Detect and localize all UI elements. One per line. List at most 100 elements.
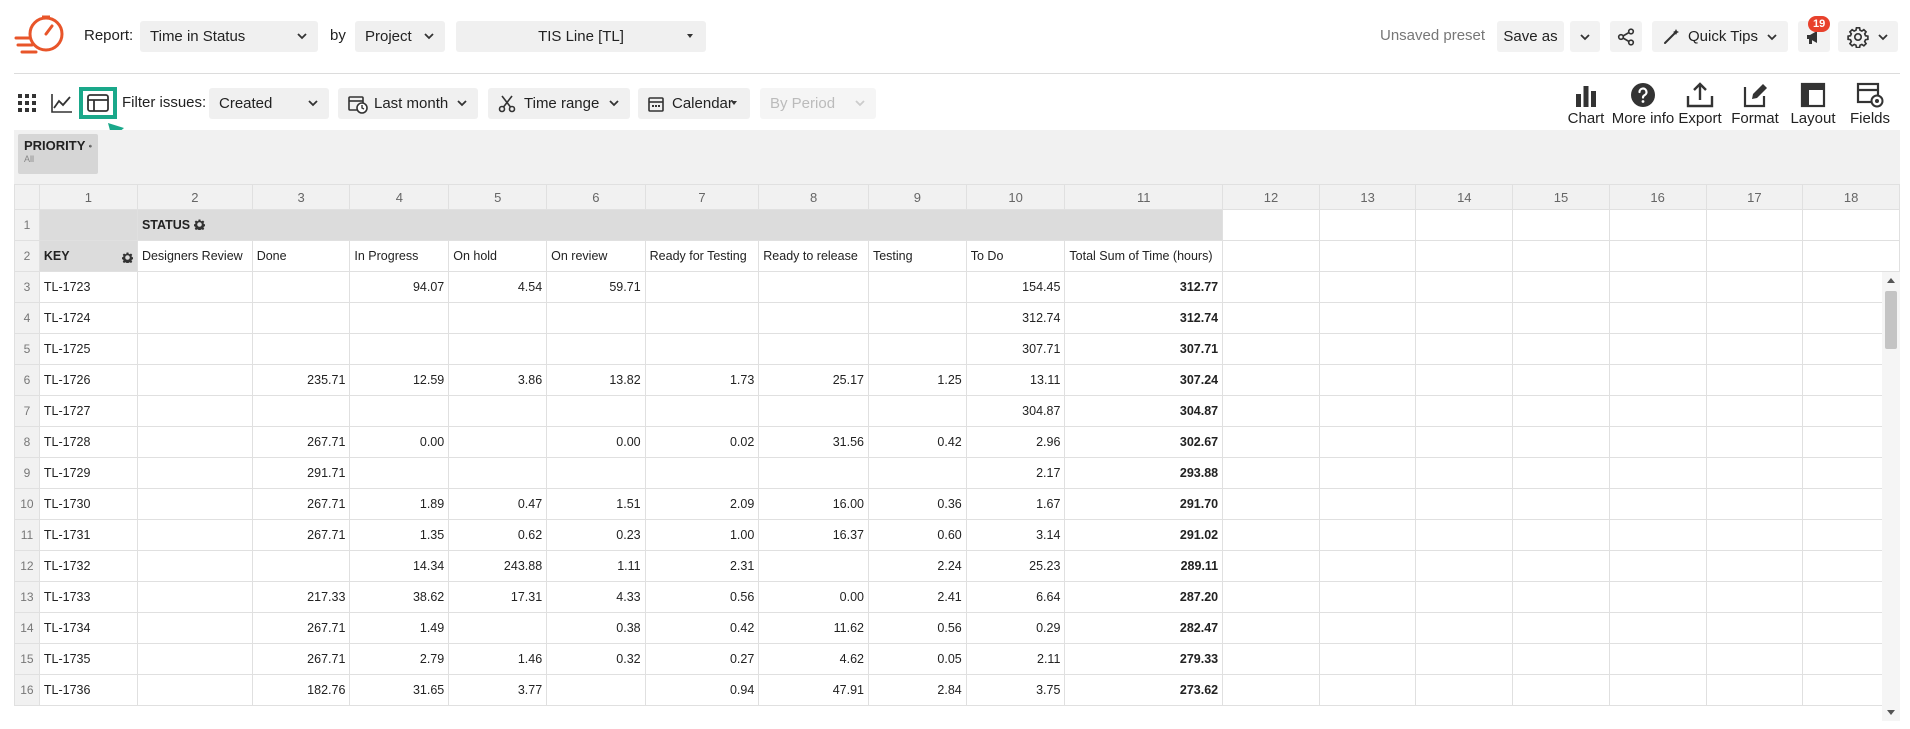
share-button[interactable] [1610, 21, 1642, 52]
row-number: 9 [14, 457, 40, 489]
chart-button[interactable]: Chart [1566, 82, 1606, 127]
table-row[interactable]: 7 TL-1727 304.87 304.87 [14, 395, 1900, 427]
more-info-button[interactable]: More info [1610, 82, 1676, 127]
column-header-row: 2 KEY Designers Review Done In Progress On ho… [14, 240, 1900, 272]
time-range-select[interactable]: Time range [488, 88, 630, 119]
empty-cell [1222, 209, 1320, 241]
empty-cell [1318, 581, 1417, 613]
issue-key-cell[interactable]: TL-1731 [38, 519, 138, 551]
empty-cell [1415, 674, 1514, 706]
scroll-down-icon[interactable] [1882, 705, 1900, 719]
save-as-button[interactable]: Save as [1497, 21, 1564, 52]
save-options-button[interactable] [1570, 21, 1600, 52]
status-column-header[interactable]: On hold [448, 240, 548, 272]
empty-cell [1318, 550, 1417, 582]
column-number: 1 [38, 184, 138, 210]
empty-cell [1512, 674, 1610, 706]
trend-view-button[interactable] [51, 93, 73, 117]
settings-button[interactable] [1838, 21, 1898, 52]
layout-button[interactable]: Layout [1788, 82, 1838, 127]
table-row[interactable]: 13 TL-1733 217.33 38.62 17.31 4.33 0.56 0.00 2.4… [14, 581, 1900, 613]
issue-key-cell[interactable]: TL-1724 [38, 302, 138, 334]
status-column-header[interactable]: Done [251, 240, 351, 272]
corner-cell [14, 184, 40, 210]
time-value-cell [546, 395, 646, 427]
issue-key-cell[interactable]: TL-1726 [38, 364, 138, 396]
status-header-cell[interactable]: STATUS [136, 209, 1224, 241]
scroll-up-icon[interactable] [1882, 274, 1900, 288]
empty-cell [1318, 395, 1417, 427]
grid-view-button[interactable] [17, 93, 37, 117]
status-column-header[interactable]: In Progress [349, 240, 450, 272]
gear-icon[interactable] [193, 219, 205, 232]
table-row[interactable]: 16 TL-1736 182.76 31.65 3.77 0.94 47.91 2.84 3.7… [14, 674, 1900, 706]
time-value-cell [136, 302, 253, 334]
table-view-button[interactable] [79, 87, 117, 119]
issue-key-cell[interactable]: TL-1725 [38, 333, 138, 365]
status-column-header[interactable]: Ready to release [758, 240, 869, 272]
gear-icon[interactable] [89, 140, 92, 152]
issue-key-cell[interactable]: TL-1723 [38, 271, 138, 303]
key-header-cell[interactable]: KEY [38, 240, 138, 272]
date-range-select[interactable]: Last month [338, 88, 478, 119]
status-column-header[interactable]: Total Sum of Time (hours) [1064, 240, 1224, 272]
table-row[interactable]: 10 TL-1730 267.71 1.89 0.47 1.51 2.09 16.00 0.36… [14, 488, 1900, 520]
table-row[interactable]: 12 TL-1732 14.34 243.88 1.11 2.31 2.24 25.23 289… [14, 550, 1900, 582]
column-number: 18 [1802, 184, 1900, 210]
table-row[interactable]: 6 TL-1726 235.71 12.59 3.86 13.82 1.73 25.17 1.2… [14, 364, 1900, 396]
table-row[interactable]: 15 TL-1735 267.71 2.79 1.46 0.32 0.27 4.62 0.05 2… [14, 643, 1900, 675]
status-column-header[interactable]: Ready for Testing [644, 240, 760, 272]
project-select[interactable]: TIS Line [TL] [456, 21, 706, 52]
format-button[interactable]: Format [1730, 82, 1780, 127]
empty-cell [1415, 333, 1514, 365]
issue-key-cell[interactable]: TL-1735 [38, 643, 138, 675]
issue-key-cell[interactable]: TL-1729 [38, 457, 138, 489]
table-row[interactable]: 9 TL-1729 291.71 2.17 293.88 [14, 457, 1900, 489]
time-value-cell: 11.62 [758, 612, 869, 644]
priority-filter-pill[interactable]: PRIORITY All [18, 134, 98, 174]
scrollbar-thumb[interactable] [1885, 291, 1897, 349]
vertical-scrollbar[interactable] [1882, 272, 1900, 721]
app-logo-icon[interactable] [14, 14, 70, 62]
time-value-cell [867, 457, 967, 489]
status-column-header[interactable]: To Do [965, 240, 1066, 272]
table-row[interactable]: 8 TL-1728 267.71 0.00 0.00 0.02 31.56 0.42 2.96 3… [14, 426, 1900, 458]
table-row[interactable]: 11 TL-1731 267.71 1.35 0.62 0.23 1.00 16.37 0.60… [14, 519, 1900, 551]
table-row[interactable]: 5 TL-1725 307.71 307.71 [14, 333, 1900, 365]
gear-icon[interactable] [121, 252, 133, 263]
total-time-cell: 312.74 [1064, 302, 1224, 334]
time-value-cell: 267.71 [251, 643, 351, 675]
time-value-cell: 0.00 [758, 581, 869, 613]
fields-button[interactable]: Fields [1846, 82, 1894, 127]
time-value-cell: 217.33 [251, 581, 351, 613]
total-time-cell: 302.67 [1064, 426, 1224, 458]
time-value-cell: 0.56 [867, 612, 967, 644]
table-row[interactable]: 14 TL-1734 267.71 1.49 0.38 0.42 11.62 0.56 0.29… [14, 612, 1900, 644]
time-value-cell: 0.42 [867, 426, 967, 458]
report-select[interactable]: Time in Status [140, 21, 318, 52]
export-button[interactable]: Export [1676, 82, 1724, 127]
table-row[interactable]: 4 TL-1724 312.74 312.74 [14, 302, 1900, 334]
by-period-select: By Period [760, 88, 876, 119]
issue-key-cell[interactable]: TL-1734 [38, 612, 138, 644]
calendar-select[interactable]: Calendar [638, 88, 750, 119]
status-column-header[interactable]: Designers Review [136, 240, 253, 272]
issue-key-cell[interactable]: TL-1732 [38, 550, 138, 582]
total-time-cell: 289.11 [1064, 550, 1224, 582]
time-value-cell: 38.62 [349, 581, 450, 613]
time-value-cell [546, 302, 646, 334]
filter-issues-select[interactable]: Created [209, 88, 329, 119]
issue-key-cell[interactable]: TL-1736 [38, 674, 138, 706]
status-column-header[interactable]: On review [546, 240, 646, 272]
more-info-label: More info [1611, 110, 1675, 127]
time-value-cell: 59.71 [546, 271, 646, 303]
status-column-header[interactable]: Testing [867, 240, 967, 272]
time-value-cell [136, 674, 253, 706]
issue-key-cell[interactable]: TL-1730 [38, 488, 138, 520]
issue-key-cell[interactable]: TL-1733 [38, 581, 138, 613]
issue-key-cell[interactable]: TL-1727 [38, 395, 138, 427]
table-row[interactable]: 3 TL-1723 94.07 4.54 59.71 154.45 312.77 [14, 271, 1900, 303]
group-by-select[interactable]: Project [355, 21, 445, 52]
quick-tips-button[interactable]: Quick Tips [1652, 21, 1788, 52]
issue-key-cell[interactable]: TL-1728 [38, 426, 138, 458]
